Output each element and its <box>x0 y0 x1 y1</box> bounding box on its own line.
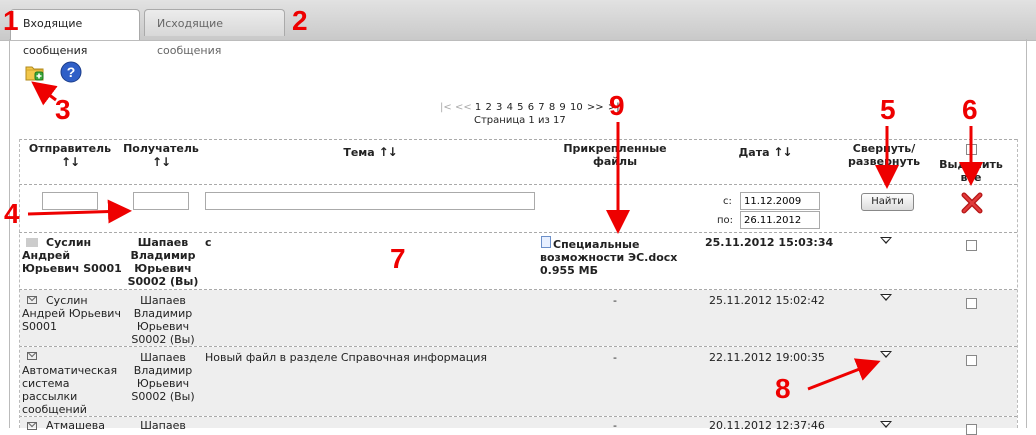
row-sender: Суслин Андрей Юрьевич S0001 <box>22 236 122 275</box>
row-date: 20.11.2012 12:37:46 <box>709 419 825 432</box>
folder-add-icon[interactable] <box>24 61 46 83</box>
column-header-select-all: Выделить все <box>939 158 1003 184</box>
page-link[interactable]: 6 <box>528 102 534 113</box>
annotation-number: 3 <box>55 94 71 125</box>
annotation-number: 4 <box>4 198 20 229</box>
row-sender: Автоматическая система рассылки сообщени… <box>22 364 118 416</box>
date-to-input[interactable] <box>740 211 820 229</box>
column-header-date[interactable]: Дата ↑↓ <box>700 145 830 159</box>
row-files: - <box>613 419 617 432</box>
annotation-number: 5 <box>880 94 896 125</box>
sort-arrows-icon[interactable]: ↑↓ <box>379 145 398 159</box>
clear-filter-icon[interactable] <box>961 192 983 214</box>
page-link[interactable]: 1 <box>475 102 481 113</box>
tab-inbox[interactable]: Входящие сообщения <box>10 9 140 57</box>
row-checkbox[interactable] <box>966 355 977 366</box>
envelope-icon <box>27 422 37 430</box>
page-info: Страница 1 из 17 <box>474 115 566 126</box>
page-link[interactable]: 4 <box>507 102 513 113</box>
row-recipient: Шапаев <box>140 419 186 432</box>
row-sender: Суслин Андрей Юрьевич S0001 <box>22 294 121 333</box>
row-checkbox[interactable] <box>966 424 977 435</box>
page-link[interactable]: 9 <box>559 102 565 113</box>
find-button[interactable]: Найти <box>861 193 914 211</box>
sort-arrows-icon[interactable]: ↑↓ <box>773 145 792 159</box>
annotation-number: 8 <box>775 373 791 404</box>
sender-filter-input[interactable] <box>42 192 98 210</box>
row-subject: с <box>205 236 212 249</box>
pager-next[interactable]: >> <box>587 102 604 113</box>
column-label: Получатель <box>123 142 199 155</box>
expand-toggle-icon[interactable] <box>880 421 892 428</box>
annotation-number: 6 <box>962 94 978 125</box>
annotation-number: 7 <box>390 243 406 274</box>
column-header-toggle: Свернуть/ развернуть <box>847 142 921 168</box>
row-recipient: Шапаев Владимир Юрьевич S0002 (Вы) <box>131 294 195 346</box>
column-header-recipient[interactable]: Получатель ↑↓ <box>118 142 204 169</box>
date-from-label: с: <box>723 196 732 207</box>
expand-toggle-icon[interactable] <box>880 237 892 244</box>
row-checkbox[interactable] <box>966 298 977 309</box>
page-link[interactable]: 3 <box>496 102 502 113</box>
help-icon[interactable]: ? <box>60 61 82 83</box>
row-sender: Атмашева <box>46 419 106 432</box>
grid-line <box>19 232 1017 233</box>
date-from-input[interactable] <box>740 192 820 210</box>
annotation-number: 2 <box>292 5 308 36</box>
row-date: 25.11.2012 15:02:42 <box>709 294 825 307</box>
row-recipient: Шапаев Владимир Юрьевич S0002 (Вы) <box>131 351 195 403</box>
page-link[interactable]: 2 <box>485 102 491 113</box>
date-to-label: по: <box>717 215 734 226</box>
select-all-checkbox[interactable] <box>966 144 977 155</box>
page-link[interactable]: 7 <box>538 102 544 113</box>
column-header-subject[interactable]: Тема ↑↓ <box>300 145 440 159</box>
attachment-name[interactable]: Специальные возможности ЭС.docx <box>540 238 677 264</box>
sort-arrows-icon[interactable]: ↑↓ <box>118 155 204 169</box>
grid-line <box>1017 139 1018 428</box>
subject-filter-input[interactable] <box>205 192 535 210</box>
annotation-number: 1 <box>3 5 19 36</box>
attachment-size: 0.955 МБ <box>540 264 598 277</box>
pager-first[interactable]: |< <box>440 102 452 113</box>
svg-text:?: ? <box>67 64 76 80</box>
recipient-filter-input[interactable] <box>133 192 189 210</box>
envelope-icon <box>27 352 37 360</box>
column-label: Тема <box>343 146 375 159</box>
pager-prev[interactable]: << <box>455 102 472 113</box>
column-header-sender[interactable]: Отправитель ↑↓ <box>24 142 116 169</box>
row-recipient: Шапаев Владимир Юрьевич S0002 (Вы) <box>127 236 199 288</box>
column-label: Дата <box>738 146 770 159</box>
page-link[interactable]: 10 <box>570 102 583 113</box>
attachment-link[interactable]: Специальные возможности ЭС.docx 0.955 МБ <box>540 238 710 277</box>
column-label: Отправитель <box>28 142 112 155</box>
annotation-number: 9 <box>609 90 625 121</box>
pager: |< << 1 2 3 4 5 6 7 8 9 10 >> >| <box>440 102 621 113</box>
row-subject: Новый файл в разделе Справочная информац… <box>205 351 487 364</box>
expand-toggle-icon[interactable] <box>880 351 892 358</box>
column-header-files: Прикрепленные файлы <box>563 142 667 168</box>
expand-toggle-icon[interactable] <box>880 294 892 301</box>
row-checkbox[interactable] <box>966 240 977 251</box>
row-date: 25.11.2012 15:03:34 <box>705 236 834 249</box>
page-link[interactable]: 5 <box>517 102 523 113</box>
tab-outbox[interactable]: Исходящие сообщения <box>144 9 285 57</box>
page-link[interactable]: 8 <box>549 102 555 113</box>
sort-arrows-icon[interactable]: ↑↓ <box>24 155 116 169</box>
grid-line <box>19 139 1017 140</box>
row-date: 22.11.2012 19:00:35 <box>709 351 825 364</box>
row-files: - <box>613 294 617 307</box>
row-files: - <box>613 351 617 364</box>
grid-line <box>19 184 1017 185</box>
tab-bar: Входящие сообщения Исходящие сообщения <box>0 0 1036 57</box>
